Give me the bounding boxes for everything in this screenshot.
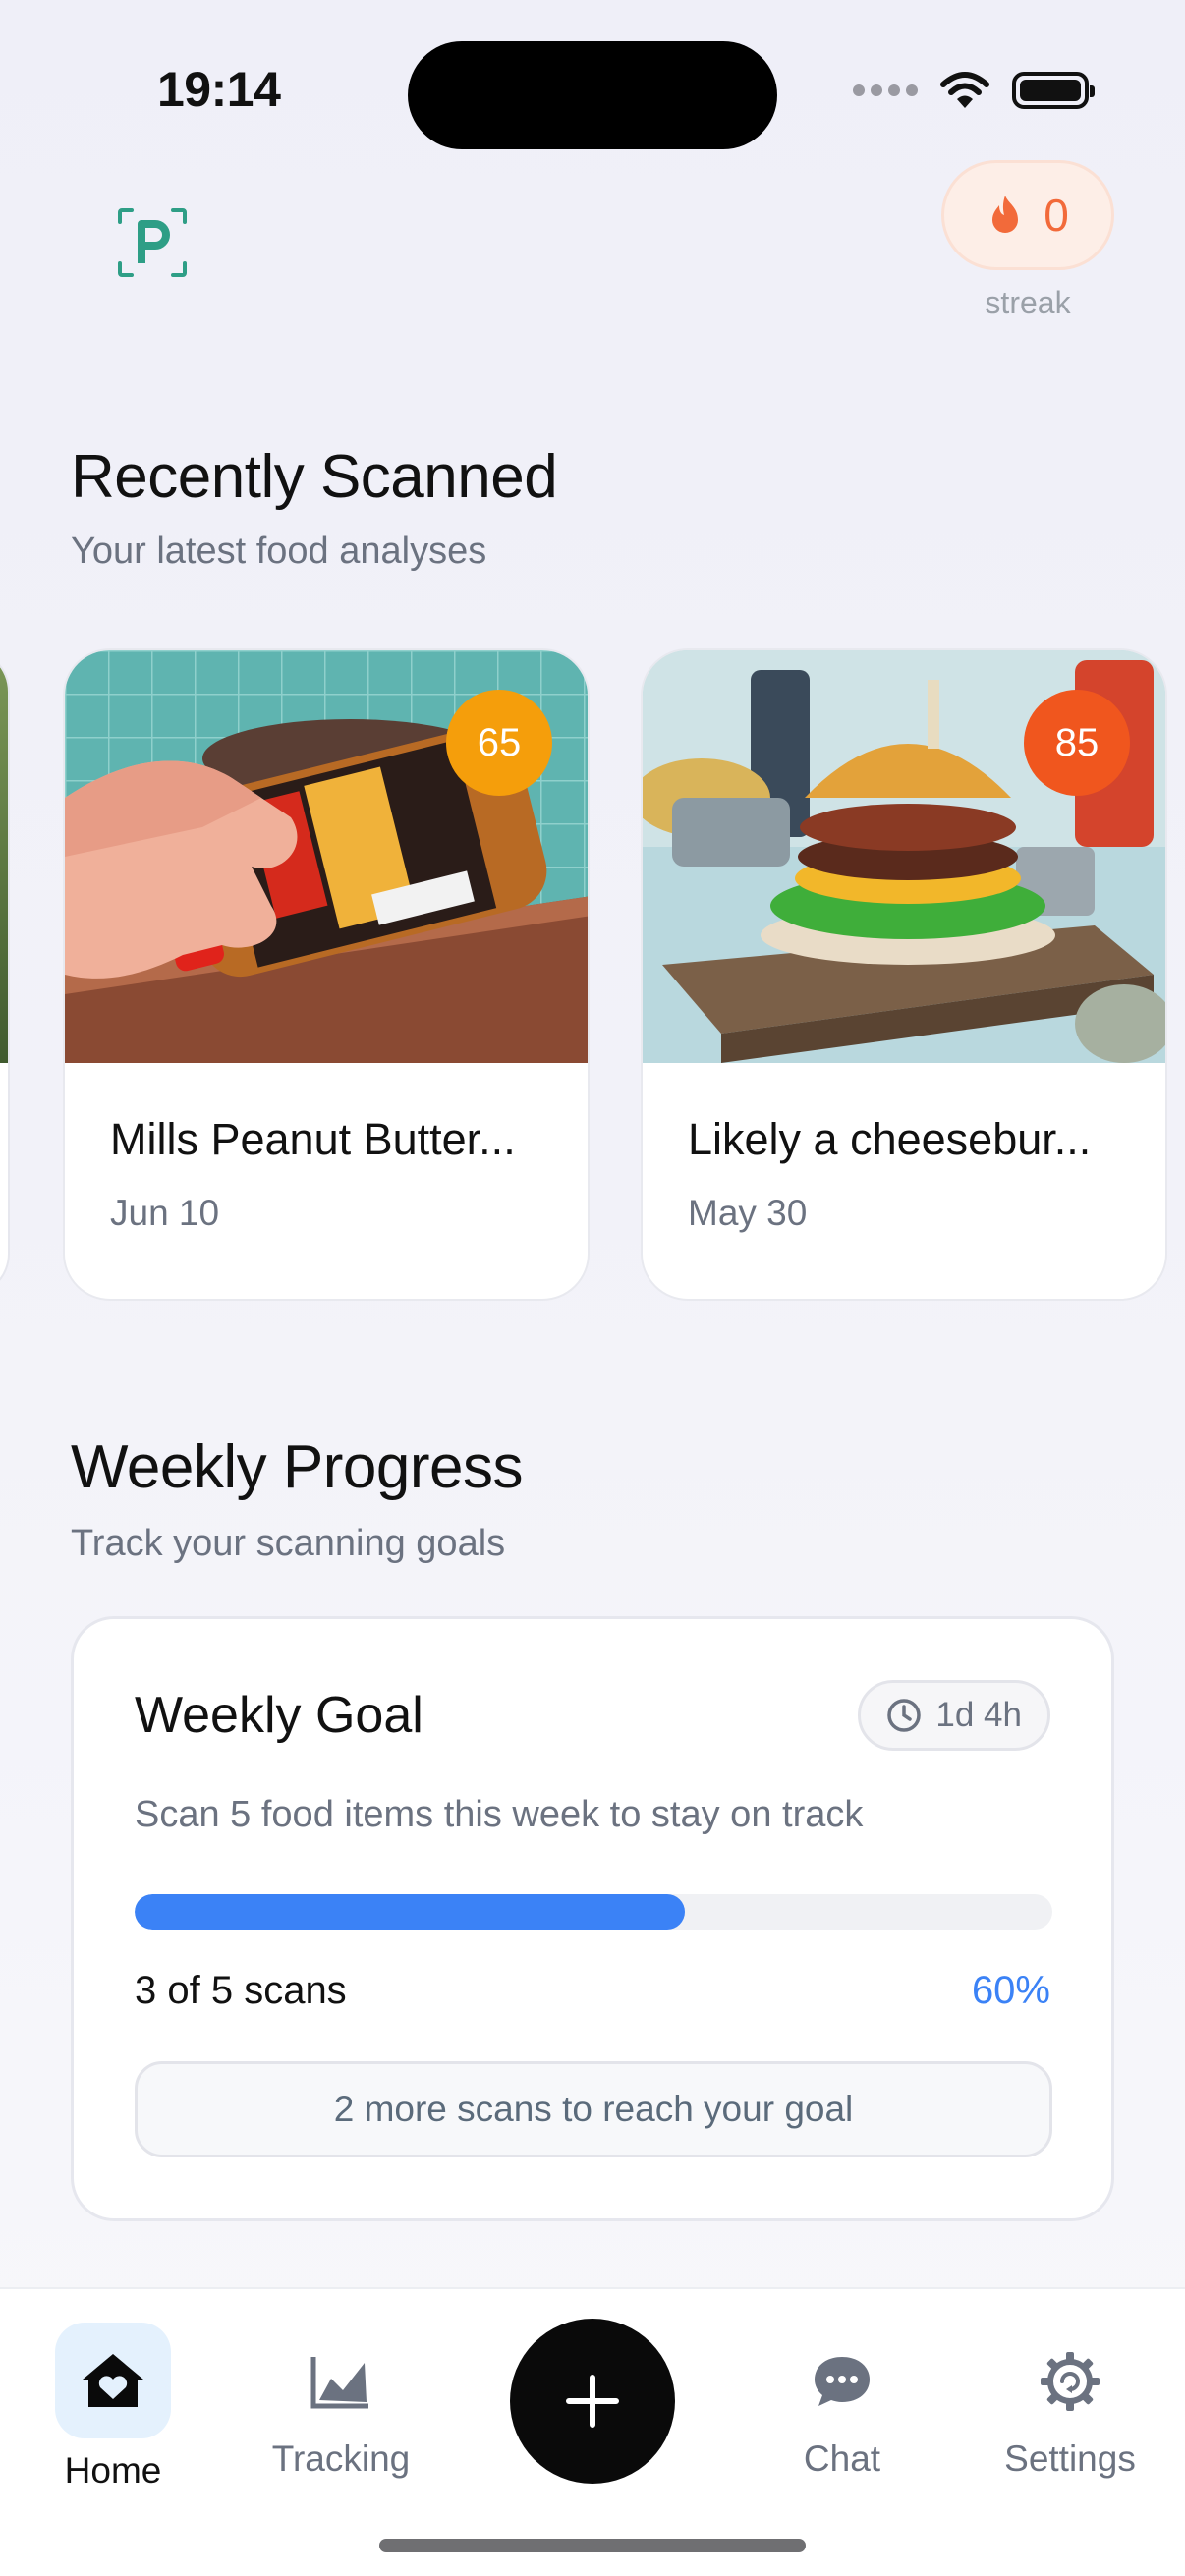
home-heart-icon — [83, 2354, 143, 2407]
nav-home[interactable]: Home — [29, 2323, 197, 2492]
recent-title: Recently Scanned — [71, 443, 558, 511]
nav-chat-label: Chat — [803, 2438, 881, 2479]
scans-count: 3 of 5 scans — [135, 1969, 347, 2012]
dynamic-island — [408, 41, 777, 149]
chart-icon — [310, 2357, 368, 2409]
chat-bubble-icon — [815, 2357, 870, 2406]
wifi-icon — [940, 72, 989, 108]
scan-card-date: Jun 10 — [110, 1193, 220, 1233]
app-logo-icon[interactable] — [116, 206, 189, 279]
nav-chat[interactable]: Chat — [759, 2338, 926, 2480]
scan-card[interactable]: 65 Mills Peanut Butter... Jun 10 — [63, 648, 590, 1301]
status-icons — [853, 71, 1095, 110]
battery-icon — [1012, 72, 1095, 109]
nav-tracking[interactable]: Tracking — [257, 2338, 424, 2480]
nav-settings[interactable]: Settings — [987, 2338, 1154, 2480]
nav-home-label: Home — [64, 2450, 162, 2491]
time-remaining-badge: 1d 4h — [858, 1680, 1050, 1751]
scan-card-title: Mills Peanut Butter... — [110, 1114, 516, 1164]
streak-count: 0 — [1044, 190, 1069, 241]
home-indicator — [379, 2539, 806, 2552]
weekly-subtitle: Track your scanning goals — [71, 1523, 506, 1564]
scans-percent: 60% — [971, 1969, 1050, 2012]
plus-icon — [566, 2375, 619, 2428]
weekly-goal-card: Weekly Goal 1d 4h Scan 5 food items this… — [71, 1616, 1114, 2221]
status-time: 19:14 — [157, 62, 281, 117]
nav-settings-label: Settings — [1004, 2438, 1136, 2479]
scan-card-date: May 30 — [688, 1193, 808, 1233]
streak-label: streak — [985, 285, 1071, 320]
time-remaining-text: 1d 4h — [935, 1696, 1022, 1734]
bottom-nav: Home Tracking Chat Settings — [0, 2287, 1185, 2576]
health-score-badge: 65 — [446, 690, 552, 796]
add-scan-button[interactable] — [510, 2319, 675, 2484]
nav-tracking-label: Tracking — [271, 2438, 411, 2479]
goal-description: Scan 5 food items this week to stay on t… — [135, 1794, 864, 1835]
gear-refresh-icon — [1041, 2352, 1100, 2411]
scan-card[interactable]: 85 Likely a cheesebur... May 30 — [641, 648, 1167, 1301]
flame-icon — [992, 196, 1019, 233]
food-photo-peanut-butter: 65 — [65, 650, 588, 1063]
recent-subtitle: Your latest food analyses — [71, 531, 487, 572]
weekly-title: Weekly Progress — [71, 1433, 523, 1501]
goal-title: Weekly Goal — [135, 1687, 423, 1744]
scans-remaining-note: 2 more scans to reach your goal — [135, 2061, 1052, 2157]
cellular-signal-icon — [853, 84, 918, 96]
goal-progress-bar — [135, 1894, 1052, 1930]
scan-card-peek[interactable] — [0, 648, 10, 1297]
recent-carousel[interactable]: 65 Mills Peanut Butter... Jun 10 85 Like… — [0, 648, 1185, 1307]
health-score-badge: 85 — [1024, 690, 1130, 796]
goal-progress-fill — [135, 1894, 686, 1930]
streak-button[interactable]: 0 — [941, 160, 1114, 270]
food-photo-cheeseburger: 85 — [643, 650, 1165, 1063]
scan-card-title: Likely a cheesebur... — [688, 1114, 1092, 1164]
clock-icon — [887, 1699, 922, 1732]
